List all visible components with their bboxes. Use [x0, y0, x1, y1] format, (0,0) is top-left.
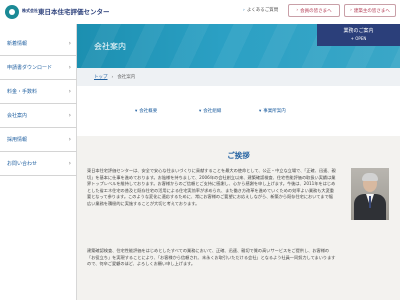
faq-link[interactable]: › よくあるご質問 — [243, 7, 278, 13]
sidebar-item-label: 料金・手数料 — [7, 89, 38, 95]
triangle-down-icon: ▾ — [259, 109, 262, 114]
builders-button-label: 建築主の皆さまへ — [353, 8, 390, 14]
members-button-label: 会員の皆さまへ — [300, 8, 332, 14]
chevron-right-icon: › — [68, 40, 71, 47]
greeting-section: ご挨拶 東日本住宅評価センターは、安全で安心な住まいづくりに貢献することを最大の… — [77, 136, 400, 300]
logo-icon[interactable] — [5, 5, 19, 19]
greeting-paragraph-2: 建築確認検査、住宅性能評価をはじめとしたすべての業務において、正確、迅速、親切で… — [87, 248, 336, 266]
logo-prefix[interactable]: 株式会社 — [22, 8, 38, 14]
tie-shape — [369, 196, 371, 208]
header: 株式会社 東日本住宅評価センター › よくあるご質問 › 会員の皆さまへ › 建築主の… — [0, 0, 400, 24]
breadcrumb-current: 会社案内 — [117, 75, 136, 80]
chevron-right-icon: › — [68, 136, 71, 143]
chevron-right-icon: › — [296, 8, 299, 13]
triangle-down-icon: ▾ — [199, 109, 202, 114]
sidebar-item-label: 申請書ダウンロード — [7, 65, 53, 71]
sidebar-item-recruit[interactable]: 採用情報 › — [0, 128, 77, 152]
sidebar-item-label: お問い合わせ — [7, 161, 38, 167]
greeting-title: ご挨拶 — [227, 151, 250, 160]
services-menu-label: 業務のご案内 — [343, 28, 374, 34]
president-photo — [351, 168, 389, 220]
members-button[interactable]: › 会員の皆さまへ — [288, 4, 340, 17]
anchor-offices[interactable]: ▾ 事業所案内 — [259, 108, 286, 114]
faq-label: よくあるご質問 — [246, 8, 279, 13]
anchor-label: 会社概要 — [139, 109, 158, 114]
builders-button[interactable]: › 建築主の皆さまへ — [344, 4, 396, 17]
chevron-right-icon: › — [68, 112, 71, 119]
services-menu-button[interactable]: 業務のご案内 + OPEN — [317, 24, 400, 46]
breadcrumb-home-link[interactable]: トップ — [94, 75, 108, 80]
anchor-label: 事業所案内 — [263, 109, 286, 114]
sidebar: 新着情報 › 申請書ダウンロード › 料金・手数料 › 会社案内 › 採用情報 › お問い… — [0, 24, 77, 300]
greeting-paragraph-1: 東日本住宅評価センターは、安全で安心な住まいづくりに貢献することを最大の使命とし… — [87, 168, 336, 206]
chevron-right-icon: › — [68, 64, 71, 71]
chevron-right-icon: › — [243, 8, 245, 13]
sidebar-item-downloads[interactable]: 申請書ダウンロード › — [0, 56, 77, 80]
page-title: 会社案内 — [94, 42, 126, 51]
sidebar-item-label: 会社案内 — [7, 113, 28, 119]
anchor-company-overview[interactable]: ▾ 会社概要 — [135, 108, 157, 114]
sidebar-item-label: 採用情報 — [7, 137, 28, 143]
sidebar-item-contact[interactable]: お問い合わせ › — [0, 152, 77, 176]
sidebar-item-company[interactable]: 会社案内 › — [0, 104, 77, 128]
chevron-right-icon: › — [350, 8, 352, 13]
breadcrumb-separator: › — [111, 75, 114, 80]
anchor-organization[interactable]: ▾ 会社組織 — [199, 108, 221, 114]
sidebar-item-news[interactable]: 新着情報 › — [0, 32, 77, 56]
chevron-right-icon: › — [68, 88, 71, 95]
open-toggle-label: + OPEN — [350, 36, 367, 41]
sidebar-item-fees[interactable]: 料金・手数料 › — [0, 80, 77, 104]
sidebar-item-label: 新着情報 — [7, 41, 28, 47]
chevron-right-icon: › — [68, 160, 71, 167]
anchor-label: 会社組織 — [203, 109, 222, 114]
triangle-down-icon: ▾ — [135, 109, 138, 114]
breadcrumb: トップ › 会社案内 — [77, 68, 400, 86]
anchor-nav: ▾ 会社概要 ▾ 会社組織 ▾ 事業所案内 — [77, 86, 400, 136]
hair-shape — [362, 173, 378, 181]
logo-name[interactable]: 東日本住宅評価センター — [38, 6, 110, 16]
